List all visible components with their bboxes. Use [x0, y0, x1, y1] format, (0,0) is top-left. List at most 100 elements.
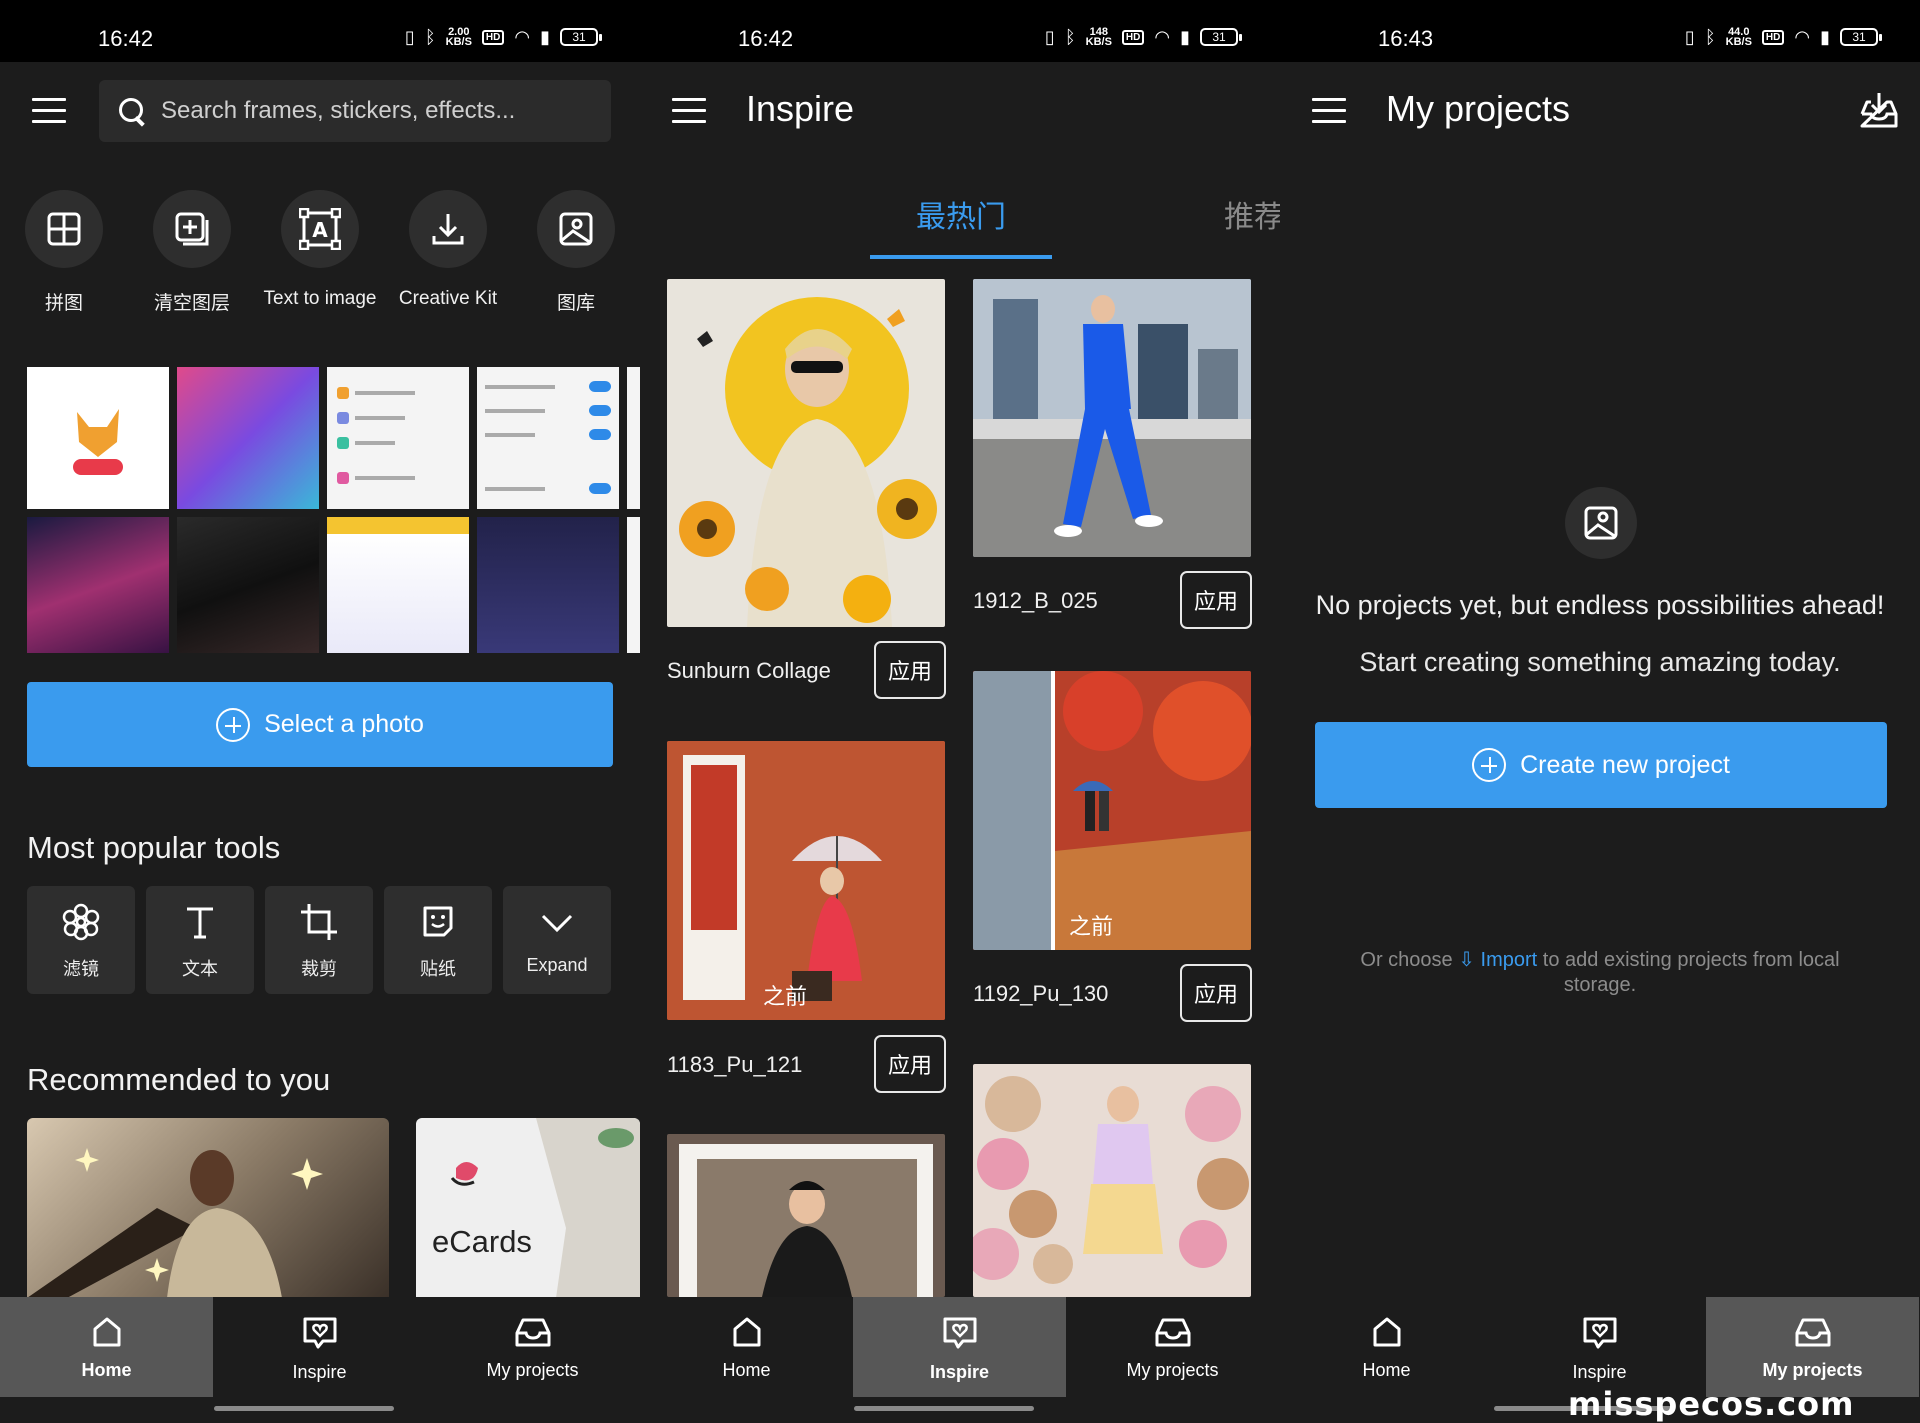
inspire-appbar: Inspire: [640, 62, 1280, 162]
home-screen: 16:42 ▯ ᛒ 2.00KB/S HD ◠ ▮ 31 拼图: [0, 0, 640, 1423]
quick-action-collage[interactable]: 拼图: [0, 190, 128, 315]
tool-crop[interactable]: 裁剪: [265, 886, 373, 994]
template-image-sunburn[interactable]: [667, 279, 945, 627]
status-time: 16:43: [1378, 26, 1434, 51]
vibrate-icon: ▯: [1044, 27, 1055, 47]
projects-appbar: My projects: [1280, 62, 1920, 162]
flower-icon: [62, 903, 100, 941]
hd-icon: HD: [1761, 29, 1785, 45]
net-speed: 44.0 KB/S: [1725, 26, 1752, 48]
quick-action-creative-kit[interactable]: Creative Kit: [384, 190, 512, 310]
template-image-autumn-umbrella[interactable]: 之前: [667, 741, 945, 1020]
photo-thumbnail[interactable]: [27, 367, 169, 509]
template-image-autumn-park[interactable]: 之前: [973, 671, 1251, 950]
nav-projects[interactable]: My projects: [426, 1297, 639, 1397]
home-appbar: [0, 62, 640, 162]
quick-action-clear-layer[interactable]: 清空图层: [128, 190, 256, 315]
bottom-nav: Home Inspire My projects: [640, 1297, 1280, 1397]
menu-icon[interactable]: [1312, 98, 1346, 124]
photo-thumbnail[interactable]: [477, 367, 619, 509]
apply-button[interactable]: 应用: [1180, 571, 1252, 629]
gesture-bar: [854, 1406, 1034, 1411]
status-bar: 16:42 ▯ ᛒ 148 KB/S HD ◠ ▮ 31: [640, 0, 1280, 62]
plus-circle-icon: [1472, 748, 1507, 782]
text-image-icon: A: [299, 208, 341, 250]
nav-home[interactable]: Home: [0, 1297, 213, 1397]
gallery-icon: [559, 212, 593, 246]
photo-thumbnail[interactable]: [27, 517, 169, 653]
heart-chat-icon: [303, 1317, 336, 1349]
search-input[interactable]: [161, 97, 591, 125]
bluetooth-icon: ᛒ: [1064, 27, 1076, 47]
nav-projects[interactable]: My projects: [1066, 1297, 1279, 1397]
recommended-title: Recommended to you: [27, 1062, 331, 1097]
status-bar: 16:43 ▯ ᛒ 44.0 KB/S HD ◠ ▮ 31: [1280, 0, 1920, 62]
photo-thumbnail[interactable]: [177, 367, 319, 509]
photo-thumbnail[interactable]: [477, 517, 619, 653]
bottom-nav: Home Inspire My projects: [1280, 1297, 1920, 1397]
plus-circle-icon: [216, 707, 251, 742]
nav-home[interactable]: Home: [1280, 1297, 1493, 1397]
wifi-icon: ◠: [1154, 27, 1171, 47]
quick-action-text-to-image[interactable]: A Text to image: [256, 190, 384, 310]
nav-inspire[interactable]: Inspire: [213, 1297, 426, 1397]
popular-tools: 滤镜 文本 裁剪 贴纸 Expand: [27, 886, 613, 994]
create-project-button[interactable]: Create new project: [1315, 722, 1887, 808]
nav-home[interactable]: Home: [640, 1297, 853, 1397]
photo-thumbnail[interactable]: [327, 517, 469, 653]
hd-icon: HD: [1121, 29, 1145, 45]
wifi-icon: ◠: [514, 27, 531, 47]
import-icon: ⇩: [1458, 949, 1475, 971]
nav-inspire[interactable]: Inspire: [853, 1297, 1066, 1397]
template-image-polaroid[interactable]: [667, 1134, 945, 1297]
home-icon: [733, 1317, 760, 1347]
import-link[interactable]: ⇩ Import: [1458, 949, 1537, 971]
page-title: My projects: [1386, 88, 1571, 129]
photo-thumbnail[interactable]: [327, 367, 469, 509]
nav-inspire[interactable]: Inspire: [1493, 1297, 1706, 1397]
tab-recommended[interactable]: 推荐: [1224, 192, 1280, 236]
battery-icon: 31: [560, 28, 602, 46]
home-icon: [1373, 1317, 1400, 1347]
search-bar[interactable]: [99, 80, 611, 142]
photo-thumbnail[interactable]: [627, 367, 640, 509]
empty-state-title: No projects yet, but endless possibiliti…: [1315, 590, 1885, 620]
photo-thumbnail[interactable]: [627, 517, 640, 653]
signal-icon: ▮: [1820, 27, 1830, 47]
apply-button[interactable]: 应用: [1180, 964, 1252, 1022]
tab-hottest[interactable]: 最热门: [916, 192, 1006, 236]
template-image-balloons[interactable]: [973, 1064, 1251, 1297]
quick-action-gallery[interactable]: 图库: [512, 190, 640, 315]
select-photo-button[interactable]: Select a photo: [27, 682, 613, 767]
nav-projects[interactable]: My projects: [1706, 1297, 1919, 1397]
tool-text[interactable]: 文本: [146, 886, 254, 994]
inbox-icon: [1155, 1318, 1190, 1347]
photo-thumbnail[interactable]: [177, 517, 319, 653]
watermark: misspecos.com: [1568, 1385, 1855, 1423]
text-icon: [187, 907, 213, 939]
apply-button[interactable]: 应用: [874, 1035, 946, 1093]
bluetooth-icon: ᛒ: [424, 27, 436, 47]
template-image-city[interactable]: [973, 279, 1251, 557]
inspire-screen: 16:42 ▯ ᛒ 148 KB/S HD ◠ ▮ 31 Inspire 最热门 …: [640, 0, 1280, 1423]
menu-icon[interactable]: [32, 98, 66, 124]
recent-photos-grid: [27, 367, 640, 653]
sticker-icon: [423, 906, 453, 937]
recommended-card-ecards[interactable]: eCards: [416, 1118, 640, 1298]
gallery-icon: [1584, 506, 1618, 540]
bluetooth-icon: ᛒ: [1704, 27, 1716, 47]
vibrate-icon: ▯: [1684, 27, 1695, 47]
recommended-card[interactable]: [27, 1118, 389, 1298]
menu-icon[interactable]: [672, 98, 706, 124]
tool-filter[interactable]: 滤镜: [27, 886, 135, 994]
battery-icon: 31: [1200, 28, 1242, 46]
apply-button[interactable]: 应用: [874, 641, 946, 699]
projects-screen: 16:43 ▯ ᛒ 44.0 KB/S HD ◠ ▮ 31 My projects…: [1280, 0, 1920, 1423]
signal-icon: ▮: [1180, 27, 1190, 47]
tool-expand[interactable]: Expand: [503, 886, 611, 994]
hd-icon: HD: [481, 29, 505, 45]
page-title: Inspire: [746, 88, 855, 129]
template-name: 1192_Pu_130: [973, 981, 1109, 1006]
import-tray-icon[interactable]: [1858, 90, 1900, 130]
tool-sticker[interactable]: 贴纸: [384, 886, 492, 994]
